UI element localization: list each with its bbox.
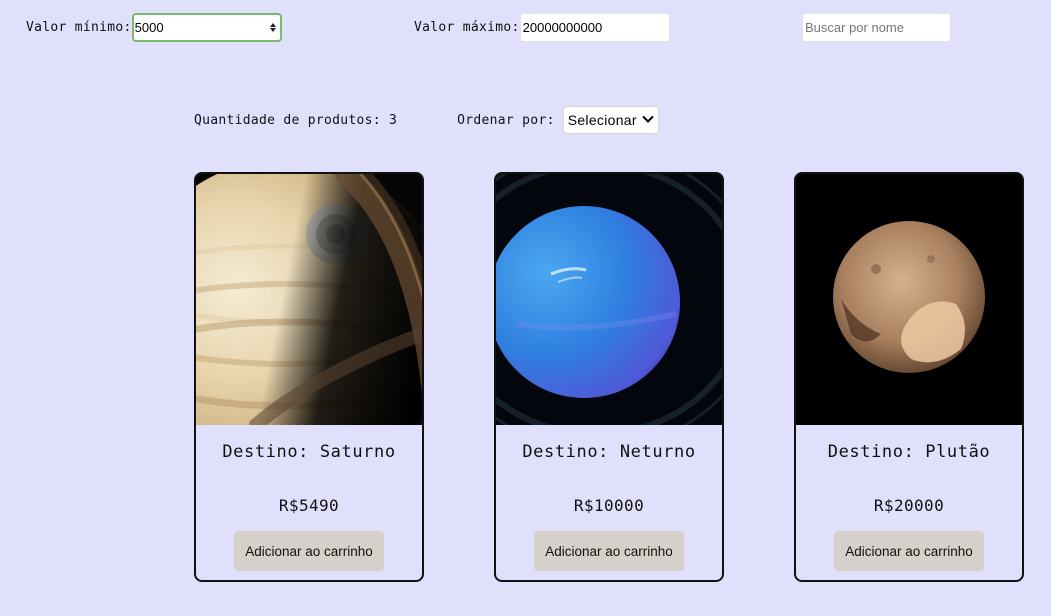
max-value-input[interactable]: 20000000000 (519, 13, 670, 42)
product-count: Quantidade de produtos: 3 (194, 112, 398, 128)
max-value-text: 20000000000 (522, 20, 603, 35)
max-value-filter: Valor máximo: 20000000000 (414, 13, 670, 42)
products-toolbar: Quantidade de produtos: 3 Ordenar por: S… (194, 106, 659, 134)
product-title: Destino: Plutão (827, 442, 991, 462)
search-placeholder: Buscar por nome (805, 20, 904, 35)
pluto-image (796, 174, 1022, 425)
product-title: Destino: Saturno (222, 442, 396, 462)
product-card: Destino: Neturno R$10000 Adicionar ao ca… (494, 172, 724, 582)
add-to-cart-button[interactable]: Adicionar ao carrinho (534, 531, 684, 571)
product-price: R$20000 (873, 496, 945, 515)
name-search-filter: Buscar por nome (802, 13, 951, 42)
min-value-text: 5000 (134, 20, 164, 35)
add-to-cart-button[interactable]: Adicionar ao carrinho (234, 531, 384, 571)
neptune-image (496, 174, 722, 425)
chevron-down-icon (642, 111, 654, 123)
min-value-label: Valor mínimo: (26, 20, 132, 35)
saturn-image (196, 174, 422, 425)
add-to-cart-button[interactable]: Adicionar ao carrinho (834, 531, 984, 571)
filters-bar: Valor mínimo: 5000 Valor máximo: 2000000… (0, 13, 1051, 42)
product-title: Destino: Neturno (522, 442, 696, 462)
sort-select[interactable]: Selecionar (562, 106, 659, 134)
max-value-label: Valor máximo: (414, 20, 520, 35)
product-card: Destino: Plutão R$20000 Adicionar ao car… (794, 172, 1024, 582)
product-price: R$5490 (278, 496, 340, 515)
sort-label: Ordenar por: (457, 112, 555, 128)
min-value-input[interactable]: 5000 (131, 13, 282, 42)
min-value-filter: Valor mínimo: 5000 (26, 13, 282, 42)
product-price: R$10000 (573, 496, 645, 515)
product-card: Destino: Saturno R$5490 Adicionar ao car… (194, 172, 424, 582)
search-input[interactable]: Buscar por nome (802, 13, 951, 42)
number-spinner-icon[interactable] (269, 23, 276, 32)
sort-selected-value: Selecionar (567, 112, 637, 128)
